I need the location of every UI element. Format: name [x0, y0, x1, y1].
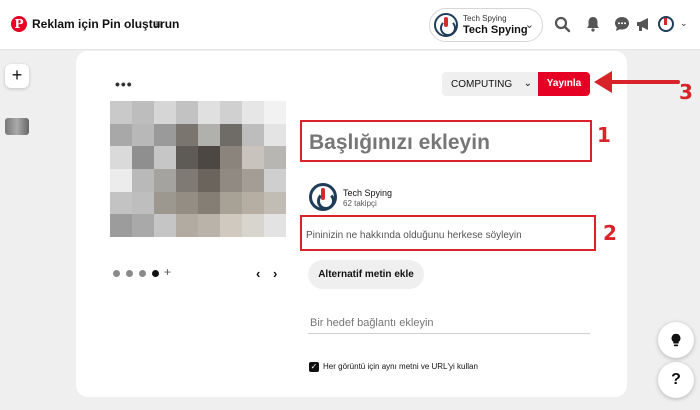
menu-icon[interactable]: ≡	[155, 17, 162, 31]
carousel-dot[interactable]	[113, 270, 120, 277]
same-text-checkbox-label: Her görüntü için aynı metni ve URL'yi ku…	[323, 362, 478, 371]
owner-avatar	[309, 183, 337, 211]
pinterest-logo-icon[interactable]: P	[11, 16, 27, 32]
board-select-value: COMPUTING	[451, 79, 513, 90]
owner-name: Tech Spying	[343, 188, 393, 198]
chat-icon[interactable]	[613, 15, 631, 33]
carousel-dot[interactable]	[126, 270, 133, 277]
annotation-number-2: 2	[603, 221, 617, 245]
account-name: Tech Spying	[463, 24, 528, 36]
help-icon[interactable]: ?	[658, 362, 694, 398]
chevron-down-icon: ⌄	[524, 19, 534, 31]
search-icon[interactable]	[553, 15, 571, 33]
more-options-icon[interactable]: •••	[115, 76, 133, 92]
alt-text-button[interactable]: Alternatif metin ekle	[308, 260, 424, 289]
lightbulb-icon[interactable]	[658, 322, 694, 358]
link-input-underline	[308, 333, 590, 334]
add-image-icon[interactable]: +	[164, 265, 171, 279]
annotation-number-3: 3	[679, 80, 693, 104]
top-bar: P Reklam için Pin oluşturun ≡ Tech Spyin…	[0, 0, 700, 50]
same-text-checkbox[interactable]: ✓	[309, 362, 319, 372]
chevron-down-icon[interactable]: ⌄	[680, 18, 688, 29]
create-pin-button[interactable]: +	[5, 64, 29, 88]
annotation-number-1: 1	[597, 123, 611, 147]
publish-button[interactable]: Yayınla	[538, 72, 590, 96]
plus-icon: +	[11, 65, 23, 85]
account-avatar	[434, 13, 458, 37]
pin-image-preview	[110, 101, 286, 237]
annotation-box-2	[300, 215, 596, 251]
board-select[interactable]: COMPUTING ⌄	[442, 72, 538, 96]
account-small-label: Tech Spying	[463, 14, 507, 23]
megaphone-icon[interactable]	[635, 15, 653, 33]
carousel-dot-active[interactable]	[152, 270, 159, 277]
carousel-dot[interactable]	[139, 270, 146, 277]
user-avatar[interactable]	[658, 16, 674, 32]
bell-icon[interactable]	[584, 15, 602, 33]
annotation-arrow-3	[594, 71, 680, 93]
account-switcher[interactable]: Tech Spying Tech Spying ⌄	[429, 8, 543, 42]
draft-thumbnail[interactable]	[5, 118, 29, 135]
next-arrow-icon[interactable]: ›	[273, 266, 277, 281]
annotation-box-1	[300, 120, 592, 162]
destination-link-input[interactable]: Bir hedef bağlantı ekleyin	[310, 317, 434, 329]
chevron-down-icon: ⌄	[523, 78, 532, 89]
previous-arrow-icon[interactable]: ‹	[256, 266, 260, 281]
owner-followers: 62 takipçi	[343, 199, 377, 208]
